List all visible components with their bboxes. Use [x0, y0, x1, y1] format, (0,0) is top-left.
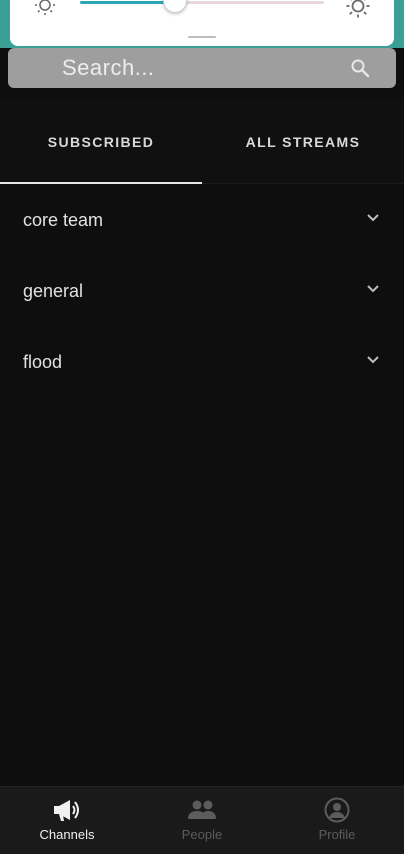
tab-all-streams[interactable]: ALL STREAMS	[202, 100, 404, 184]
stream-item-flood[interactable]: flood	[0, 327, 404, 398]
search-placeholder: Search...	[62, 55, 155, 80]
nav-people-label: People	[181, 827, 223, 842]
tab-subscribed-label: SUBSCRIBED	[47, 134, 155, 150]
shade-drag-handle[interactable]	[188, 36, 216, 38]
search-icon[interactable]	[350, 58, 370, 78]
notification-shade	[10, 0, 394, 46]
megaphone-icon	[54, 800, 79, 821]
nav-channels[interactable]: Channels	[0, 787, 134, 854]
app-screen: Search... SUBSCRIBED ALL STREAMS core te…	[0, 0, 404, 854]
chevron-down-icon[interactable]	[366, 284, 380, 294]
chevron-down-icon[interactable]	[366, 213, 380, 223]
stream-name: core team	[23, 210, 104, 230]
nav-channels-label: Channels	[39, 827, 95, 842]
brightness-slider-thumb[interactable]	[163, 0, 188, 13]
brightness-high-icon	[346, 0, 370, 18]
nav-people[interactable]: People	[135, 787, 269, 854]
search-input[interactable]: Search...	[8, 48, 396, 88]
tab-all-streams-label: ALL STREAMS	[245, 134, 361, 150]
nav-profile-label: Profile	[318, 827, 356, 842]
bottom-navigation: Channels People Profile	[0, 786, 404, 854]
active-tab-indicator	[0, 182, 202, 184]
profile-icon	[324, 797, 350, 823]
tab-subscribed[interactable]: SUBSCRIBED	[0, 100, 202, 184]
stream-name: flood	[23, 352, 63, 372]
chevron-down-icon[interactable]	[366, 355, 380, 365]
brightness-slider-fill	[80, 1, 176, 4]
nav-profile[interactable]: Profile	[270, 787, 404, 854]
stream-item-core-team[interactable]: core team	[0, 185, 404, 256]
stream-tabs: SUBSCRIBED ALL STREAMS	[0, 100, 404, 184]
stream-list: core team general flood	[0, 185, 404, 398]
stream-item-general[interactable]: general	[0, 256, 404, 327]
brightness-low-icon	[35, 0, 55, 15]
people-icon	[188, 800, 216, 819]
stream-name: general	[23, 281, 84, 301]
brightness-slider[interactable]	[80, 0, 324, 13]
